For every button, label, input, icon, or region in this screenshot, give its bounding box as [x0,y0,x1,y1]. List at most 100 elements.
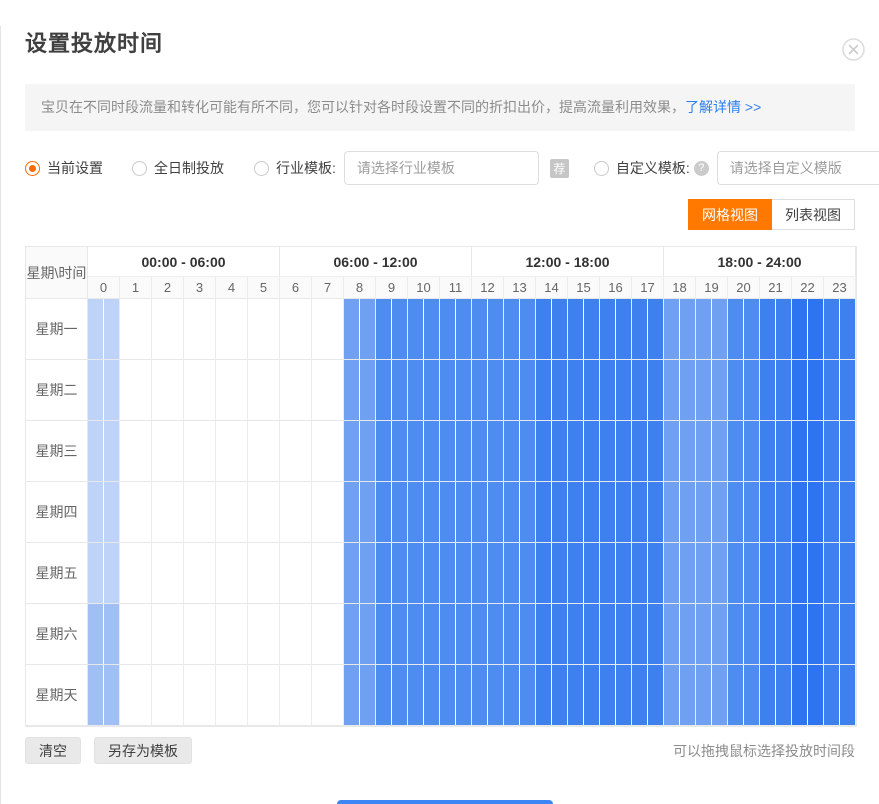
half-hour-cell[interactable] [840,604,855,664]
half-hour-cell[interactable] [520,482,535,542]
time-cell[interactable] [408,482,440,543]
industry-template-input[interactable] [344,151,539,185]
half-hour-cell[interactable] [552,360,567,420]
half-hour-cell[interactable] [424,360,439,420]
time-cell[interactable] [408,665,440,726]
half-hour-cell[interactable] [600,299,615,359]
time-cell[interactable] [792,421,824,482]
time-cell[interactable] [440,360,472,421]
clear-button[interactable]: 清空 [25,737,81,764]
half-hour-cell[interactable] [248,421,263,481]
time-cell[interactable] [216,360,248,421]
half-hour-cell[interactable] [808,360,823,420]
half-hour-cell[interactable] [168,299,183,359]
time-cell[interactable] [632,421,664,482]
half-hour-cell[interactable] [504,360,519,420]
half-hour-cell[interactable] [376,482,391,542]
half-hour-cell[interactable] [296,543,311,603]
half-hour-cell[interactable] [216,482,231,542]
half-hour-cell[interactable] [360,299,375,359]
radio-circle-checked-icon[interactable] [25,161,40,176]
half-hour-cell[interactable] [808,543,823,603]
half-hour-cell[interactable] [584,543,599,603]
time-cell[interactable] [792,482,824,543]
time-cell[interactable] [88,543,120,604]
time-cell[interactable] [792,665,824,726]
half-hour-cell[interactable] [408,482,423,542]
half-hour-cell[interactable] [248,665,263,725]
half-hour-cell[interactable] [632,665,647,725]
time-cell[interactable] [664,360,696,421]
half-hour-cell[interactable] [200,482,215,542]
time-cell[interactable] [664,421,696,482]
half-hour-cell[interactable] [616,482,631,542]
half-hour-cell[interactable] [552,482,567,542]
time-cell[interactable] [344,299,376,360]
half-hour-cell[interactable] [328,482,343,542]
half-hour-cell[interactable] [360,421,375,481]
time-cell[interactable] [760,360,792,421]
time-cell[interactable] [760,482,792,543]
half-hour-cell[interactable] [280,421,295,481]
half-hour-cell[interactable] [808,604,823,664]
half-hour-cell[interactable] [792,543,807,603]
half-hour-cell[interactable] [296,421,311,481]
half-hour-cell[interactable] [840,360,855,420]
half-hour-cell[interactable] [760,421,775,481]
half-hour-cell[interactable] [568,299,583,359]
half-hour-cell[interactable] [456,299,471,359]
time-cell[interactable] [728,482,760,543]
time-cell[interactable] [88,360,120,421]
time-cell[interactable] [728,543,760,604]
time-cell[interactable] [216,543,248,604]
half-hour-cell[interactable] [536,360,551,420]
half-hour-cell[interactable] [760,604,775,664]
half-hour-cell[interactable] [776,360,791,420]
half-hour-cell[interactable] [264,360,279,420]
half-hour-cell[interactable] [312,421,327,481]
half-hour-cell[interactable] [280,360,295,420]
time-cell[interactable] [248,299,280,360]
half-hour-cell[interactable] [440,299,455,359]
half-hour-cell[interactable] [312,482,327,542]
half-hour-cell[interactable] [712,421,727,481]
time-cell[interactable] [760,604,792,665]
half-hour-cell[interactable] [376,604,391,664]
half-hour-cell[interactable] [488,360,503,420]
half-hour-cell[interactable] [344,604,359,664]
half-hour-cell[interactable] [792,604,807,664]
half-hour-cell[interactable] [88,299,103,359]
half-hour-cell[interactable] [88,604,103,664]
time-cell[interactable] [312,543,344,604]
half-hour-cell[interactable] [472,604,487,664]
time-cell[interactable] [344,543,376,604]
half-hour-cell[interactable] [264,665,279,725]
half-hour-cell[interactable] [792,421,807,481]
half-hour-cell[interactable] [616,360,631,420]
time-cell[interactable] [344,421,376,482]
half-hour-cell[interactable] [472,421,487,481]
half-hour-cell[interactable] [728,543,743,603]
time-cell[interactable] [664,665,696,726]
half-hour-cell[interactable] [104,421,119,481]
time-cell[interactable] [408,299,440,360]
time-cell[interactable] [280,360,312,421]
radio-circle-icon[interactable] [594,161,609,176]
time-cell[interactable] [696,482,728,543]
time-cell[interactable] [408,604,440,665]
half-hour-cell[interactable] [696,360,711,420]
half-hour-cell[interactable] [344,665,359,725]
time-cell[interactable] [248,421,280,482]
half-hour-cell[interactable] [280,543,295,603]
half-hour-cell[interactable] [456,604,471,664]
time-cell[interactable] [600,360,632,421]
half-hour-cell[interactable] [440,543,455,603]
half-hour-cell[interactable] [536,604,551,664]
half-hour-cell[interactable] [552,665,567,725]
half-hour-cell[interactable] [152,604,167,664]
half-hour-cell[interactable] [680,360,695,420]
time-cell[interactable] [152,482,184,543]
half-hour-cell[interactable] [216,360,231,420]
time-cell[interactable] [824,604,856,665]
half-hour-cell[interactable] [424,665,439,725]
